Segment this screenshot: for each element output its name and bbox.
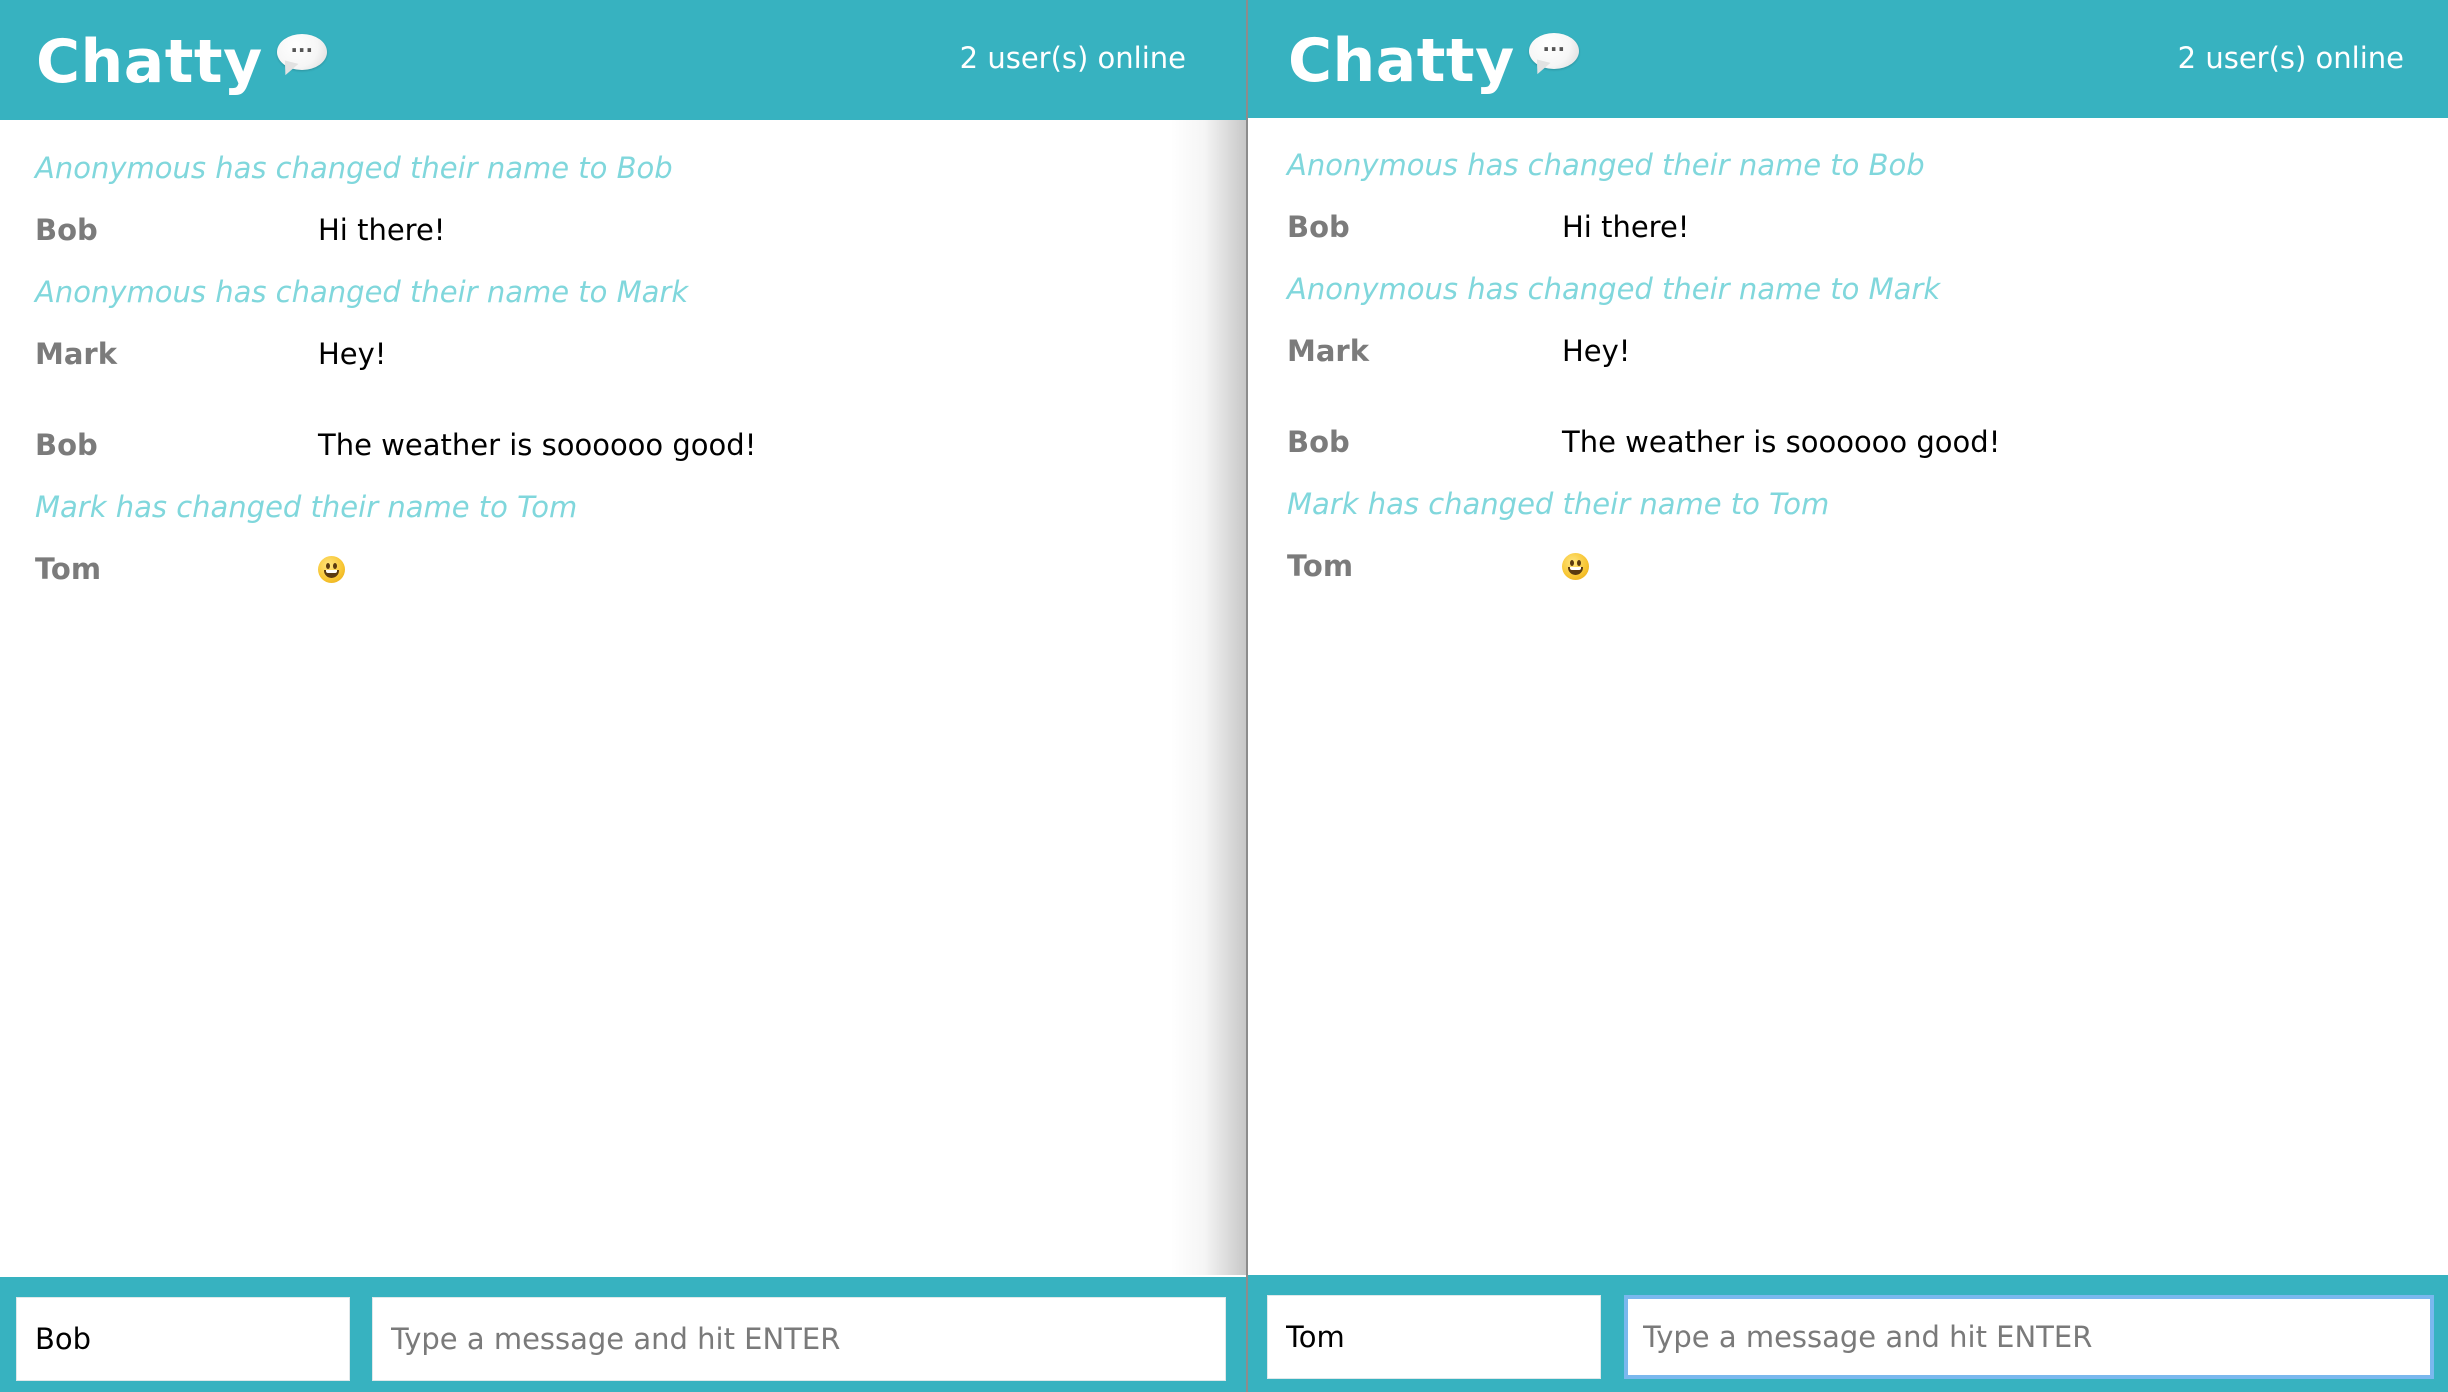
system-text: Anonymous has changed their name to Mark <box>35 275 689 309</box>
message-content: Hi there! <box>1562 210 1690 244</box>
chat-message: Mark Hey! <box>1248 331 2448 371</box>
message-list: Anonymous has changed their name to Bob … <box>0 120 1246 1277</box>
brand-title: Chatty <box>36 27 263 97</box>
message-username: Mark <box>35 337 118 371</box>
message-username: Tom <box>1287 549 1354 583</box>
system-text: Anonymous has changed their name to Bob <box>1287 148 1925 182</box>
message-username: Bob <box>35 428 98 462</box>
username-input[interactable] <box>16 1297 350 1381</box>
chat-message: Bob Hi there! <box>1248 207 2448 247</box>
system-notification: Mark has changed their name to Tom <box>1248 484 2448 524</box>
message-content: The weather is soooooo good! <box>1562 425 2001 459</box>
chat-message: Mark Hey! <box>0 334 1246 374</box>
message-username: Mark <box>1287 334 1370 368</box>
chat-message: Bob The weather is soooooo good! <box>0 425 1246 465</box>
message-content <box>1562 546 1589 586</box>
message-username: Bob <box>35 213 98 247</box>
chat-message: Bob The weather is soooooo good! <box>1248 422 2448 462</box>
message-username: Bob <box>1287 425 1350 459</box>
online-users-count: 2 user(s) online <box>959 41 1186 75</box>
chat-window-bob: Chatty ··· 2 user(s) online Anonymous ha… <box>0 0 1246 1392</box>
message-content: Hi there! <box>318 213 446 247</box>
system-notification: Anonymous has changed their name to Bob <box>0 148 1246 188</box>
chat-message: Tom <box>0 549 1246 589</box>
system-text: Anonymous has changed their name to Bob <box>35 151 673 185</box>
chat-window-tom: Chatty ··· 2 user(s) online Anonymous ha… <box>1248 0 2448 1392</box>
grinning-face-emoji-icon <box>318 555 345 583</box>
chat-message: Bob Hi there! <box>0 210 1246 250</box>
message-username: Tom <box>35 552 102 586</box>
system-notification: Anonymous has changed their name to Bob <box>1248 145 2448 185</box>
message-content: Hey! <box>318 337 387 371</box>
message-username: Bob <box>1287 210 1350 244</box>
speech-bubble-icon: ··· <box>276 34 327 78</box>
message-content <box>318 549 345 589</box>
navbar: Chatty ··· 2 user(s) online <box>1248 0 2448 118</box>
message-input[interactable] <box>372 1297 1226 1381</box>
window-divider <box>1246 0 1248 1392</box>
brand[interactable]: Chatty ··· <box>36 22 327 102</box>
system-notification: Mark has changed their name to Tom <box>0 487 1246 527</box>
message-content: The weather is soooooo good! <box>318 428 757 462</box>
chat-message: Tom <box>1248 546 2448 586</box>
brand-title: Chatty <box>1288 26 1515 96</box>
navbar: Chatty ··· 2 user(s) online <box>0 0 1246 120</box>
message-content: Hey! <box>1562 334 1631 368</box>
chat-bar <box>0 1277 1246 1392</box>
grinning-face-emoji-icon <box>1562 552 1589 580</box>
system-text: Mark has changed their name to Tom <box>35 490 578 524</box>
system-notification: Anonymous has changed their name to Mark <box>0 272 1246 312</box>
chat-bar <box>1248 1275 2448 1392</box>
username-input[interactable] <box>1267 1295 1601 1379</box>
online-users-count: 2 user(s) online <box>2177 41 2404 75</box>
brand[interactable]: Chatty ··· <box>1288 21 1579 101</box>
message-input[interactable] <box>1624 1295 2434 1379</box>
speech-bubble-icon: ··· <box>1528 33 1579 77</box>
system-text: Anonymous has changed their name to Mark <box>1287 272 1941 306</box>
system-text: Mark has changed their name to Tom <box>1287 487 1830 521</box>
message-list: Anonymous has changed their name to Bob … <box>1248 118 2448 1277</box>
system-notification: Anonymous has changed their name to Mark <box>1248 269 2448 309</box>
